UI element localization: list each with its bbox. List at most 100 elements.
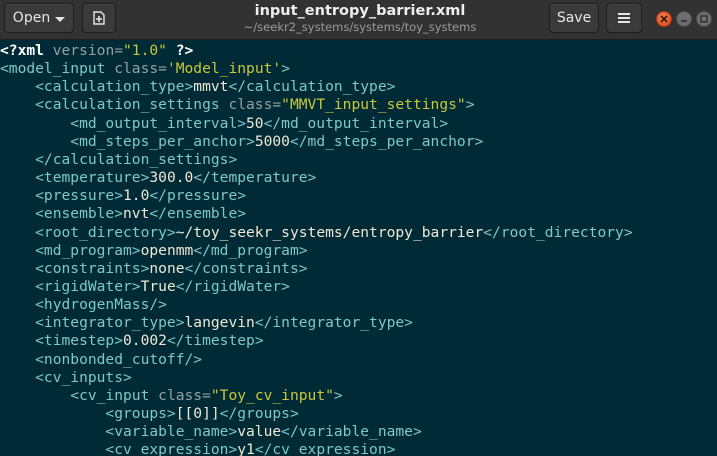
new-document-icon [93, 11, 105, 25]
code-line[interactable]: <groups>[[0]]</groups> [0, 405, 299, 423]
code-token: <variable_name> [0, 423, 238, 441]
code-token: 50 [246, 114, 264, 132]
code-line[interactable]: <rigidWater>True</rigidWater> [0, 278, 290, 296]
save-button[interactable]: Save [549, 3, 599, 33]
code-token: <model_input [0, 60, 106, 78]
code-token: <hydrogenMass/> [0, 296, 167, 314]
code-token: </calculation_settings> [0, 150, 238, 168]
code-editor[interactable]: <?xml version="1.0" ?> <model_input class… [0, 40, 717, 456]
code-token: 0.002 [123, 332, 167, 350]
code-token: class= [219, 96, 282, 114]
code-line[interactable]: <model_input class='Model_input'> [0, 60, 290, 78]
code-token: <nonbonded_cutoff/> [0, 350, 203, 368]
document-path: ~/seekr2_systems/systems/toy_systems [243, 20, 477, 34]
code-line[interactable]: <md_program>openmm</md_program> [0, 241, 308, 260]
code-token: 'Model_input' [166, 60, 282, 78]
chevron-down-icon [55, 16, 66, 22]
code-token: <root_directory> [0, 223, 176, 241]
code-token: nvt [123, 205, 150, 223]
code-token: <timestep> [0, 332, 124, 350]
code-token: </constraints> [184, 259, 308, 277]
open-button-label: Open [12, 10, 51, 26]
code-token: <md_steps_per_anchor> [0, 132, 255, 150]
code-token: langevin [184, 314, 255, 332]
code-token: </cv_expression> [254, 441, 396, 456]
code-line[interactable]: <pressure>1.0</pressure> [0, 187, 246, 205]
code-token: ~/toy_seekr_systems/entropy_barrier [175, 223, 484, 241]
code-token: <temperature> [0, 169, 150, 187]
minimize-window-button[interactable] [676, 11, 692, 27]
code-line[interactable]: </calculation_settings> [0, 151, 237, 169]
code-token: </md_program> [193, 241, 308, 259]
code-token: </ensemble> [149, 205, 247, 223]
code-token: [[0]] [175, 405, 220, 422]
code-token: <groups> [0, 405, 176, 422]
code-line[interactable]: <calculation_type>mmvt</calculation_type… [0, 78, 395, 96]
code-token: 1.0 [123, 187, 150, 205]
code-token: <cv_expression> [0, 441, 238, 456]
hamburger-menu-icon [618, 13, 630, 23]
code-token: <cv_inputs> [0, 368, 132, 386]
code-token: none [149, 259, 185, 277]
code-token: > [281, 60, 290, 78]
code-token: 300.0 [149, 169, 194, 187]
window-title-block: input_entropy_barrier.xml ~/seekr2_syste… [200, 2, 520, 35]
new-document-button[interactable] [82, 3, 116, 33]
code-line[interactable]: <md_steps_per_anchor>5000</md_steps_per_… [0, 133, 483, 151]
code-token: <ensemble> [0, 205, 124, 223]
code-line[interactable]: <nonbonded_cutoff/> [0, 351, 202, 369]
menu-button[interactable] [606, 3, 642, 33]
code-line[interactable]: <timestep>0.002</timestep> [0, 332, 264, 350]
code-token: </integrator_type> [254, 314, 413, 332]
code-line[interactable]: <variable_name>value</variable_name> [0, 423, 422, 441]
code-token: </pressure> [149, 187, 247, 205]
code-line[interactable]: <integrator_type>langevin</integrator_ty… [0, 314, 413, 332]
code-token: </md_output_interval> [263, 114, 449, 132]
code-token: <rigidWater> [0, 277, 141, 295]
code-token: mmvt [193, 78, 229, 96]
code-token: </timestep> [166, 332, 264, 350]
code-line[interactable]: <cv_input class="Toy_cv_input"> [0, 386, 342, 405]
code-token: ?> [166, 42, 194, 59]
code-token: value [237, 423, 282, 441]
code-token: <integrator_type> [0, 314, 185, 332]
code-line[interactable]: <?xml version="1.0" ?> [0, 42, 193, 60]
code-token: "Toy_cv_input" [210, 386, 334, 404]
code-token: <?xml [0, 42, 44, 59]
code-token: class= [149, 386, 211, 404]
code-token: > [465, 96, 475, 114]
close-window-button[interactable] [656, 11, 672, 27]
code-token: </calculation_type> [228, 78, 396, 96]
code-token: </variable_name> [281, 423, 422, 441]
maximize-icon [700, 15, 708, 23]
code-line[interactable]: <ensemble>nvt</ensemble> [0, 205, 246, 223]
code-token: </groups> [219, 405, 299, 422]
header-bar: Open input_entropy_barrier.xml ~/seekr2_… [0, 0, 717, 40]
code-token: </temperature> [193, 169, 317, 187]
code-line[interactable]: <root_directory>~/toy_seekr_systems/entr… [0, 224, 633, 242]
code-line[interactable]: <md_output_interval>50</md_output_interv… [0, 115, 448, 133]
code-token: </md_steps_per_anchor> [289, 132, 484, 150]
code-token: True [140, 277, 176, 295]
code-line[interactable]: <cv_inputs> [0, 369, 132, 387]
code-line[interactable]: <temperature>300.0</temperature> [0, 169, 316, 187]
code-token: 5000 [254, 132, 290, 150]
code-line[interactable]: <hydrogenMass/> [0, 296, 167, 314]
code-line[interactable]: <cv_expression>y1</cv_expression> [0, 441, 395, 456]
maximize-window-button[interactable] [696, 11, 712, 27]
code-token: y1 [237, 441, 255, 456]
code-line[interactable]: <constraints>none</constraints> [0, 259, 308, 278]
open-button[interactable]: Open [4, 3, 74, 33]
code-token: <calculation_settings [0, 96, 220, 114]
code-token: </rigidWater> [175, 277, 290, 295]
code-token: <calculation_type> [0, 78, 194, 96]
code-line[interactable]: <calculation_settings class="MMVT_input_… [0, 96, 474, 114]
document-title: input_entropy_barrier.xml [254, 3, 466, 19]
code-token: <pressure> [0, 187, 124, 205]
code-token: <cv_input [0, 386, 150, 404]
code-token: openmm [140, 241, 194, 259]
minimize-icon [681, 20, 687, 22]
code-token: <md_output_interval> [0, 114, 247, 132]
code-token: <constraints> [0, 259, 150, 277]
code-token: <md_program> [0, 241, 141, 259]
